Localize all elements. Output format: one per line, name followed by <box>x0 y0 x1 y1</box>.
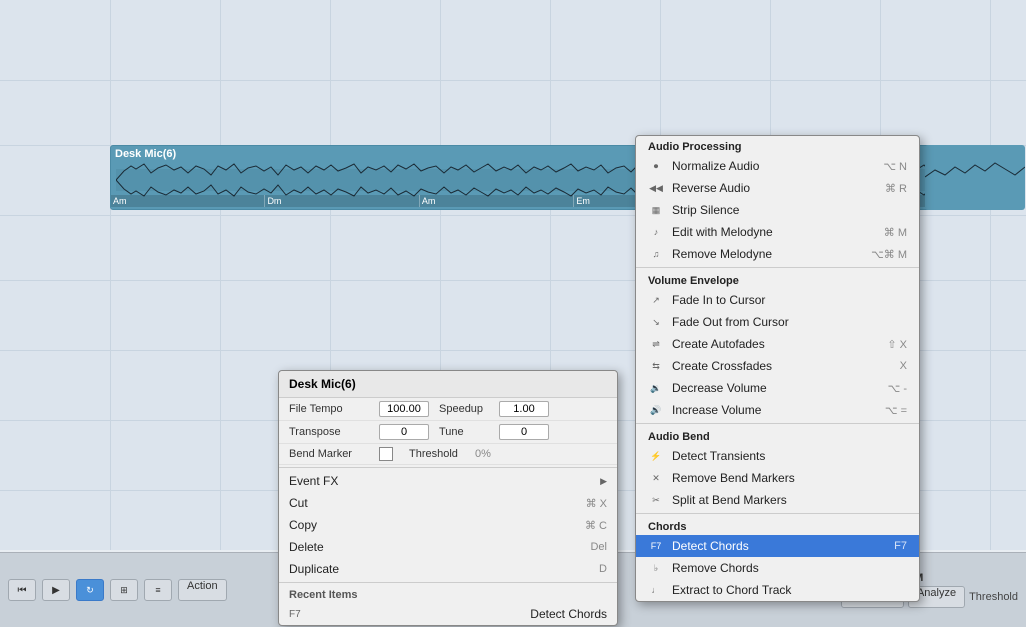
threshold-label2: Threshold <box>409 448 469 460</box>
remove-bend-markers-item[interactable]: ✕ Remove Bend Markers <box>636 467 919 489</box>
cms-file-tempo-row: File Tempo 100.00 Speedup 1.00 <box>279 398 617 421</box>
remove-bend-icon: ✕ <box>648 472 664 484</box>
cms-event-fx[interactable]: Event FX ▶ <box>279 470 617 492</box>
context-menu-small: Desk Mic(6) File Tempo 100.00 Speedup 1.… <box>278 370 618 626</box>
fade-out-item[interactable]: ↘ Fade Out from Cursor <box>636 311 919 333</box>
split-bend-markers-item[interactable]: ✂ Split at Bend Markers <box>636 489 919 511</box>
reverse-icon: ◀◀ <box>648 182 664 194</box>
cms-separator-1 <box>279 467 617 468</box>
crossfade-icon: ⇆ <box>648 360 664 372</box>
strip-silence-item[interactable]: ▦ Strip Silence <box>636 199 919 221</box>
create-crossfades-item[interactable]: ⇆ Create Crossfades X <box>636 355 919 377</box>
decrease-vol-icon: 🔉 <box>648 382 664 394</box>
normalize-icon: ⏺ <box>648 160 664 172</box>
speedup-label: Speedup <box>439 403 499 415</box>
audio-track-right[interactable] <box>925 145 1025 210</box>
remove-chords-icon: ♭ <box>648 562 664 574</box>
volume-envelope-title: Volume Envelope <box>636 270 919 289</box>
context-menu-large: Audio Processing ⏺ Normalize Audio ⌥ N ◀… <box>635 135 920 602</box>
grid-col <box>220 0 221 550</box>
audio-processing-title: Audio Processing <box>636 136 919 155</box>
cml-sep-2 <box>636 423 919 424</box>
tune-value[interactable]: 0 <box>499 424 549 440</box>
detect-transients-item[interactable]: ⚡ Detect Transients <box>636 445 919 467</box>
transpose-label: Transpose <box>289 426 379 438</box>
transpose-value[interactable]: 0 <box>379 424 429 440</box>
grid-row <box>0 80 1026 81</box>
speedup-value[interactable]: 1.00 <box>499 401 549 417</box>
chord-am2: Am <box>420 195 574 207</box>
loop-button[interactable]: ⊞ <box>110 579 138 601</box>
cms-bend-marker-row: Bend Marker Threshold 0% <box>279 444 617 465</box>
more-button[interactable]: ≡ <box>144 579 172 601</box>
f7-shortcut-icon: F7 <box>289 609 301 620</box>
split-bend-icon: ✂ <box>648 494 664 506</box>
increase-volume-item[interactable]: 🔊 Increase Volume ⌥ = <box>636 399 919 421</box>
cml-sep-3 <box>636 513 919 514</box>
bend-marker-checkbox[interactable] <box>379 447 393 461</box>
cms-duplicate[interactable]: Duplicate D <box>279 558 617 580</box>
autofade-icon: ⇌ <box>648 338 664 350</box>
cms-separator-2 <box>279 582 617 583</box>
threshold-label: Threshold <box>969 591 1018 603</box>
strip-silence-icon: ▦ <box>648 204 664 216</box>
detect-transients-icon: ⚡ <box>648 450 664 462</box>
fade-out-icon: ↘ <box>648 316 664 328</box>
detect-chords-item[interactable]: F7 Detect Chords F7 <box>636 535 919 557</box>
cml-sep-1 <box>636 267 919 268</box>
fade-in-item[interactable]: ↗ Fade In to Cursor <box>636 289 919 311</box>
normalize-audio-item[interactable]: ⏺ Normalize Audio ⌥ N <box>636 155 919 177</box>
cms-delete[interactable]: Delete Del <box>279 536 617 558</box>
track-label: Desk Mic(6) <box>115 148 176 160</box>
cms-transpose-row: Transpose 0 Tune 0 <box>279 421 617 444</box>
cms-detect-chords-recent[interactable]: F7 Detect Chords <box>279 603 617 625</box>
arrow-icon: ▶ <box>600 476 607 487</box>
reverse-audio-item[interactable]: ◀◀ Reverse Audio ⌘ R <box>636 177 919 199</box>
remove-melodyne-icon: ♫ <box>648 248 664 260</box>
decrease-volume-item[interactable]: 🔉 Decrease Volume ⌥ - <box>636 377 919 399</box>
action-dropdown[interactable]: Action <box>178 579 227 601</box>
play-button[interactable]: ▶ <box>42 579 70 601</box>
cms-header: Desk Mic(6) <box>279 371 617 398</box>
edit-melodyne-item[interactable]: ♪ Edit with Melodyne ⌘ M <box>636 221 919 243</box>
chord-am: Am <box>111 195 265 207</box>
chord-dm: Dm <box>265 195 419 207</box>
grid-col <box>110 0 111 550</box>
detect-chords-icon: F7 <box>648 540 664 552</box>
rewind-button[interactable]: ⏮ <box>8 579 36 601</box>
create-autofades-item[interactable]: ⇌ Create Autofades ⇧ X <box>636 333 919 355</box>
cms-cut[interactable]: Cut ⌘ X <box>279 492 617 514</box>
cms-copy[interactable]: Copy ⌘ C <box>279 514 617 536</box>
recent-items-title: Recent Items <box>279 585 617 603</box>
fade-in-icon: ↗ <box>648 294 664 306</box>
tune-label: Tune <box>439 426 499 438</box>
file-tempo-value[interactable]: 100.00 <box>379 401 429 417</box>
remove-melodyne-item[interactable]: ♫ Remove Melodyne ⌥⌘ M <box>636 243 919 265</box>
grid-col <box>990 0 991 550</box>
extract-chord-track-item[interactable]: ♩ Extract to Chord Track <box>636 579 919 601</box>
threshold-value: 0% <box>475 448 491 460</box>
file-tempo-label: File Tempo <box>289 403 379 415</box>
audio-bend-title: Audio Bend <box>636 426 919 445</box>
cycle-button[interactable]: ↻ <box>76 579 104 601</box>
melodyne-icon: ♪ <box>648 226 664 238</box>
extract-chord-icon: ♩ <box>648 584 664 596</box>
remove-chords-item[interactable]: ♭ Remove Chords <box>636 557 919 579</box>
chords-title: Chords <box>636 516 919 535</box>
increase-vol-icon: 🔊 <box>648 404 664 416</box>
bend-marker-label2: Bend Marker <box>289 448 379 460</box>
